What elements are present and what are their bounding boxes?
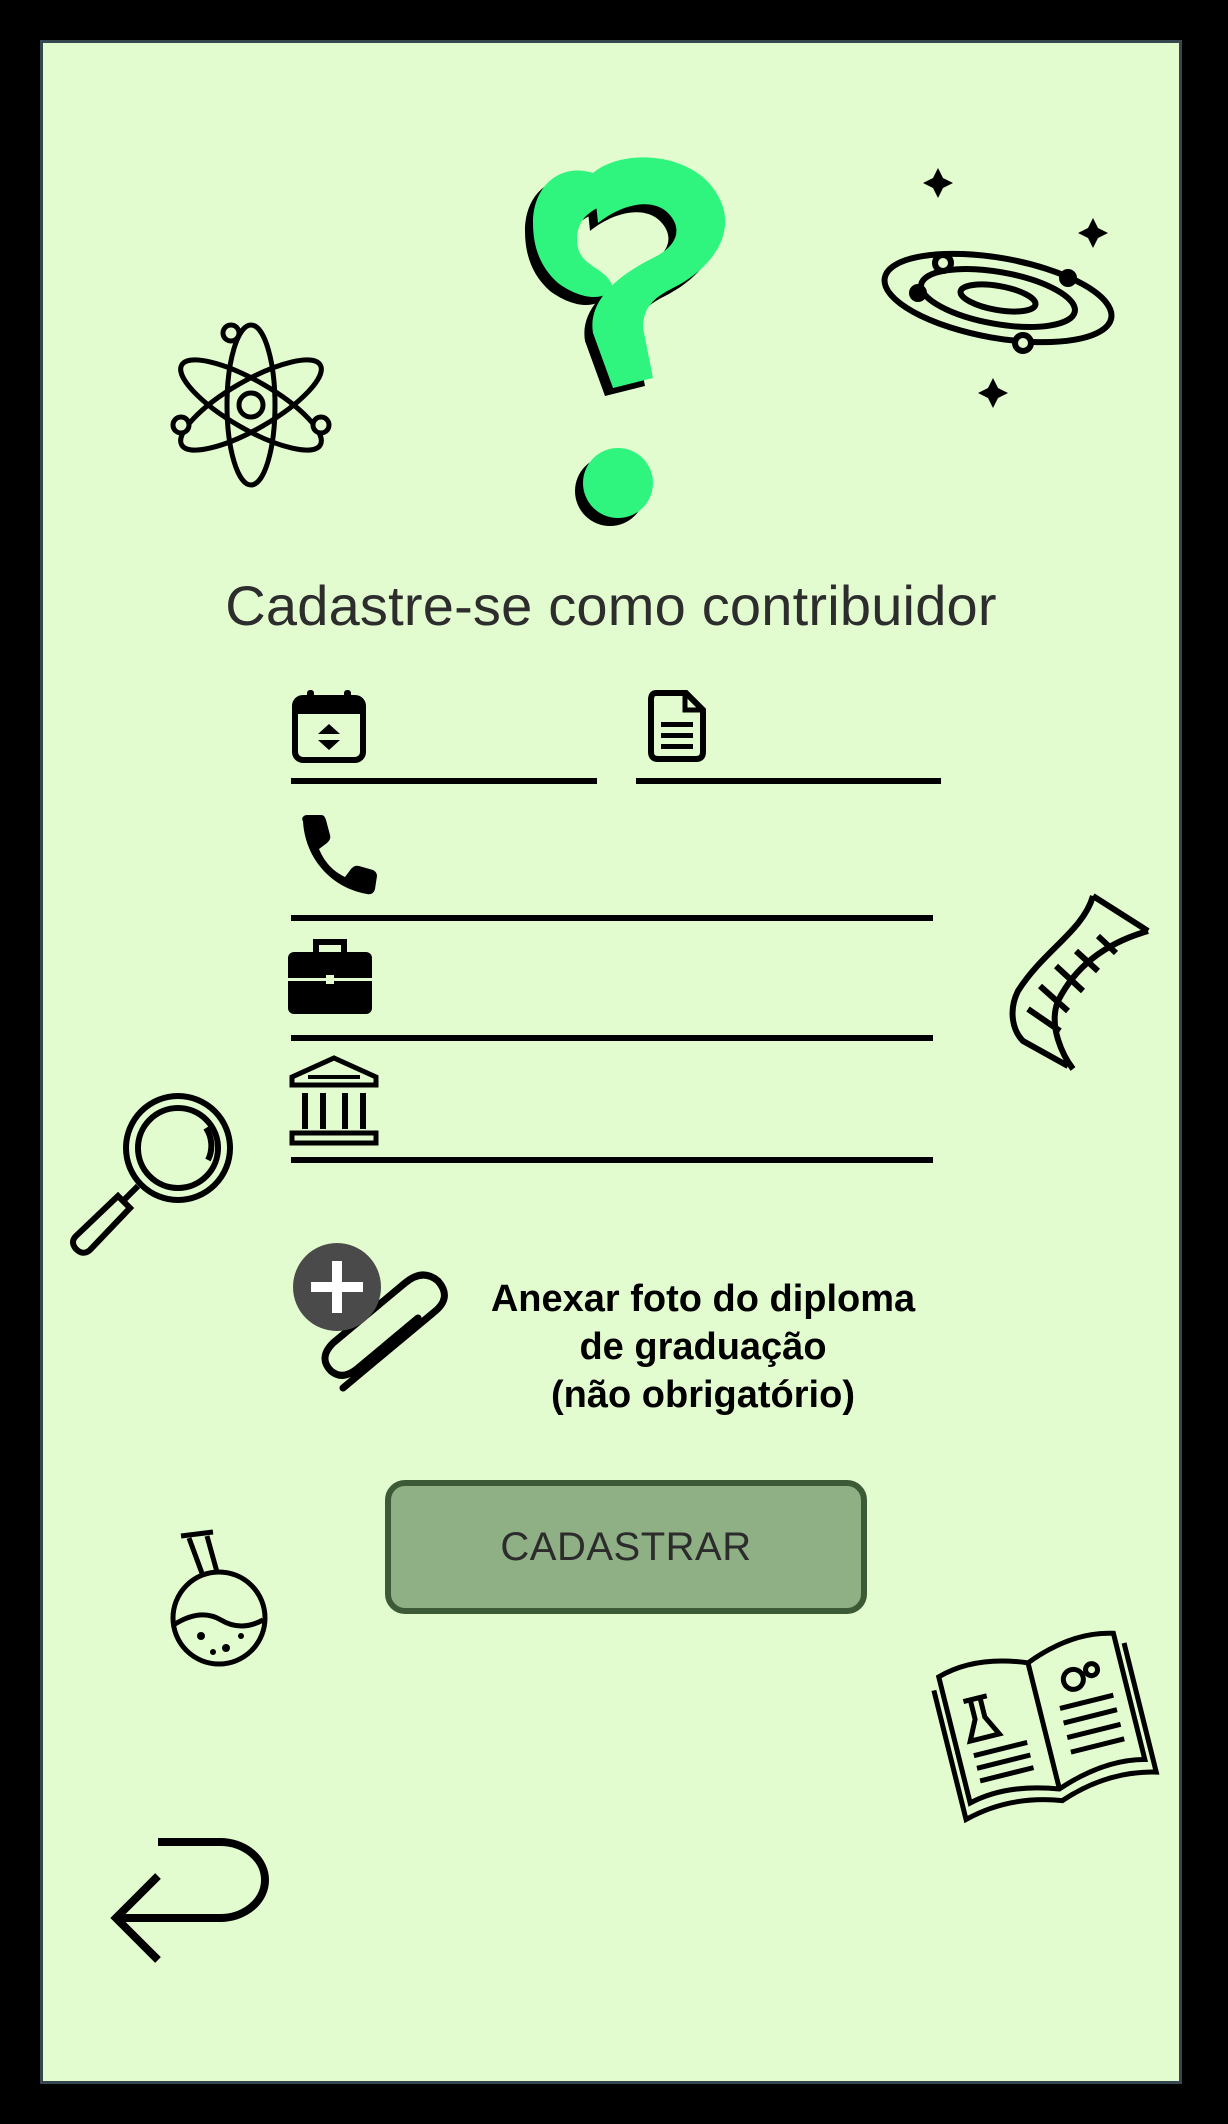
question-mark-logo xyxy=(525,157,726,526)
phone-input[interactable] xyxy=(388,825,912,887)
document-input[interactable] xyxy=(723,698,927,760)
submit-button[interactable]: CADASTRAR xyxy=(385,1480,867,1614)
attach-diploma-button[interactable]: Anexar foto do diploma de graduação (não… xyxy=(293,1243,933,1453)
birthdate-underline xyxy=(291,778,597,784)
page-title: Cadastre-se como contribuidor xyxy=(225,574,997,637)
flask-icon xyxy=(170,1529,268,1667)
atom-icon xyxy=(170,322,332,488)
birthdate-input[interactable] xyxy=(383,698,627,760)
back-arrow-icon[interactable] xyxy=(108,1836,278,1963)
phone-icon xyxy=(302,815,377,895)
galaxy-icon xyxy=(881,168,1115,408)
calendar-icon xyxy=(292,690,366,763)
attach-label-line3: (não obrigatório) xyxy=(551,1374,855,1416)
book-icon xyxy=(931,1630,1160,1824)
registration-screen: Cadastre-se como contribuidor Anexar fot… xyxy=(40,40,1182,2084)
attach-plus-icon xyxy=(293,1243,448,1392)
briefcase-icon xyxy=(288,939,372,1014)
institution-underline xyxy=(291,1157,933,1163)
attach-label-line2: de graduação xyxy=(579,1326,827,1368)
institution-icon xyxy=(289,1055,379,1146)
institution-input[interactable] xyxy=(388,1073,912,1135)
document-underline xyxy=(636,778,941,784)
profession-input[interactable] xyxy=(388,948,912,1010)
profession-underline xyxy=(291,1035,933,1041)
attach-label: Anexar foto do diploma de graduação (não… xyxy=(483,1275,923,1419)
dna-icon xyxy=(1009,893,1150,1071)
magnifier-icon xyxy=(70,1093,233,1256)
document-icon xyxy=(648,690,706,762)
attach-label-line1: Anexar foto do diploma xyxy=(490,1278,916,1320)
phone-underline xyxy=(291,915,933,921)
